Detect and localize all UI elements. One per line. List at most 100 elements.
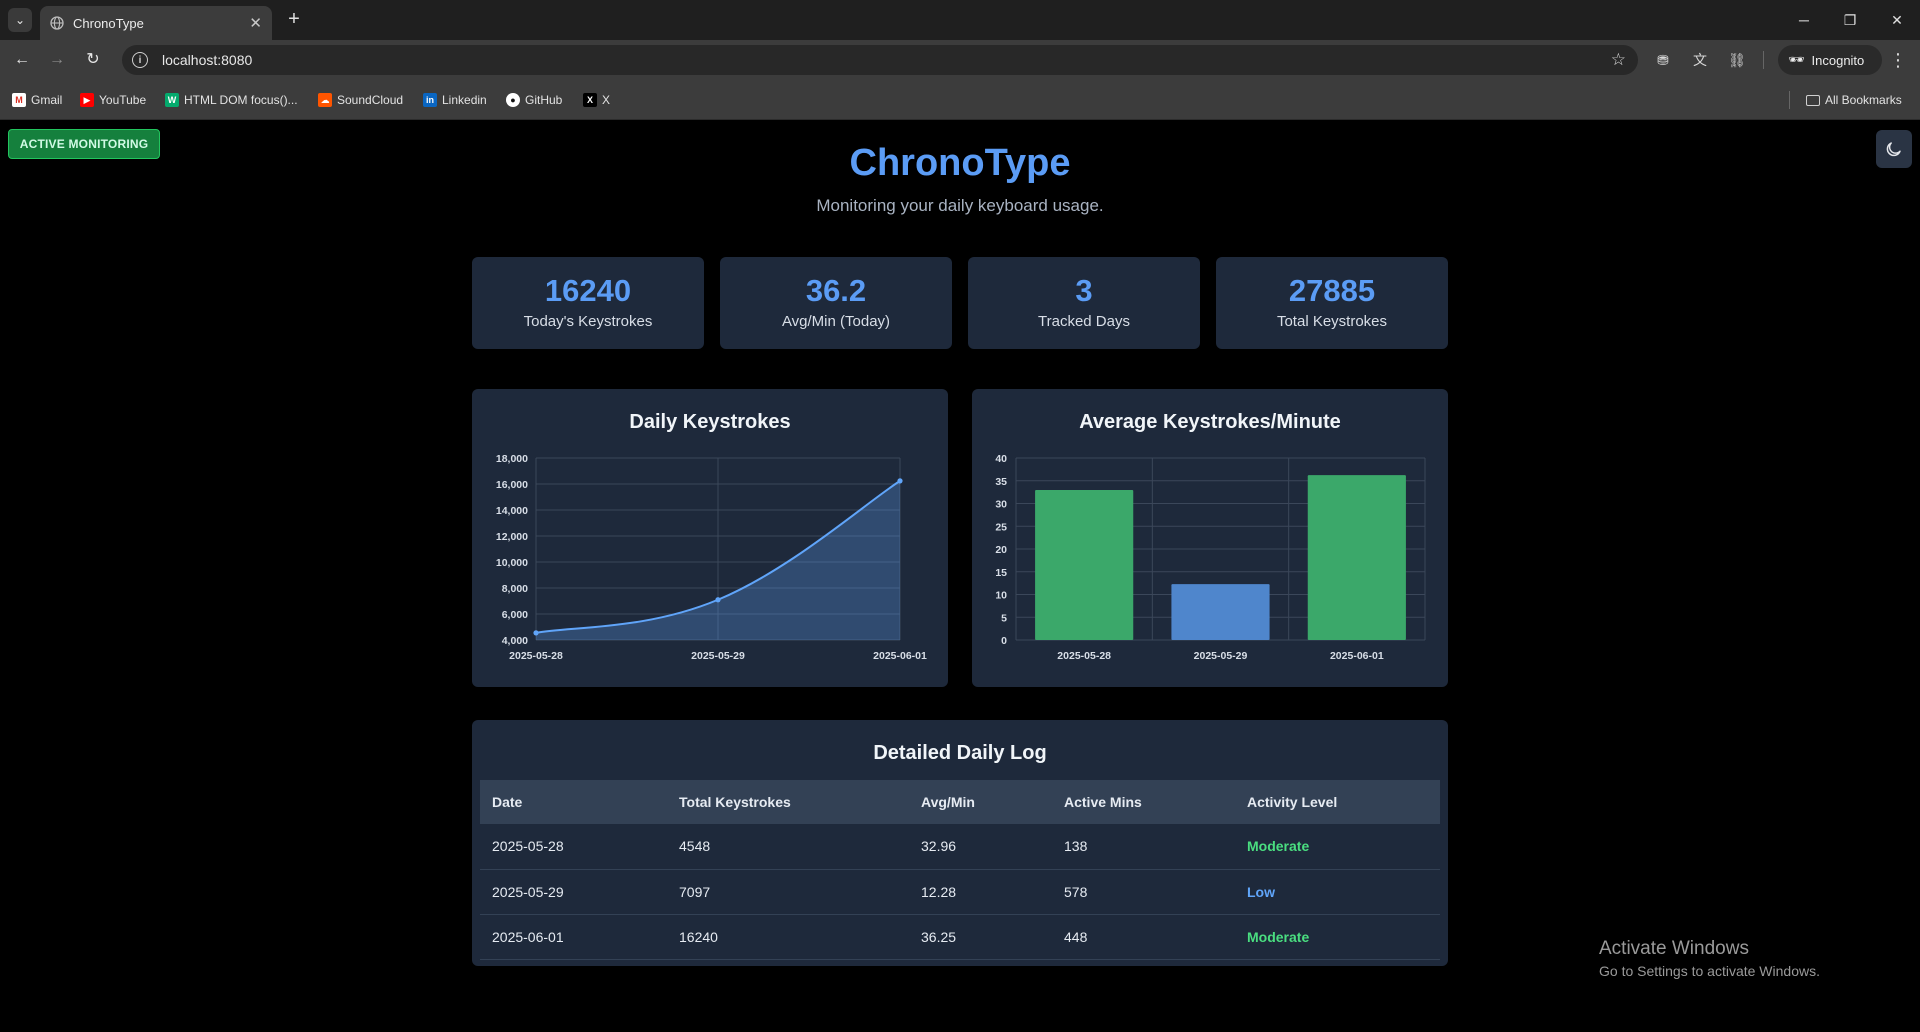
x-tick-label: 2025-05-29	[1194, 650, 1248, 662]
table-row: 2025-05-29 7097 12.28 578 Low	[480, 869, 1440, 915]
soundcloud-icon: ☁	[318, 93, 332, 107]
y-tick-label: 8,000	[502, 583, 528, 595]
github-icon: ●	[506, 93, 520, 107]
reload-icon[interactable]: ↻	[81, 48, 105, 72]
back-icon[interactable]: ←	[10, 48, 34, 72]
bookmark-youtube[interactable]: ▶ YouTube	[80, 91, 146, 109]
bookmark-label: GitHub	[525, 93, 563, 107]
cell-total: 4548	[667, 824, 909, 870]
stat-value: 27885	[1288, 273, 1376, 308]
all-bookmarks[interactable]: All Bookmarks	[1806, 91, 1902, 109]
data-point	[533, 630, 539, 636]
x-tick-label: 2025-05-29	[691, 650, 745, 662]
cell-avg: 36.25	[909, 914, 1052, 960]
address-bar[interactable]: i localhost:8080 ☆	[122, 45, 1638, 75]
column-header-total: Total Keystrokes	[667, 780, 909, 824]
cell-activity-level: Moderate	[1235, 914, 1440, 960]
tab-close-icon[interactable]: ✕	[249, 14, 262, 32]
incognito-extension-icon[interactable]: ⛃	[1653, 50, 1673, 70]
page-subtitle: Monitoring your daily keyboard usage.	[816, 196, 1104, 215]
x-tick-label: 2025-06-01	[873, 650, 927, 662]
link-icon[interactable]: ⛓	[1727, 50, 1747, 70]
page-title: ChronoType	[849, 142, 1071, 184]
bookmark-label: SoundCloud	[337, 93, 404, 107]
y-tick-label: 16,000	[496, 479, 528, 491]
cell-date: 2025-06-01	[480, 914, 667, 960]
stat-card-avg-min: 36.2 Avg/Min (Today)	[720, 257, 952, 349]
y-tick-label: 15	[995, 567, 1007, 579]
translate-icon[interactable]: 文	[1690, 50, 1710, 70]
bookmark-star-icon[interactable]: ☆	[1611, 50, 1626, 70]
y-tick-label: 5	[1001, 612, 1007, 624]
bookmark-linkedin[interactable]: in Linkedin	[423, 91, 487, 109]
gmail-icon: M	[12, 93, 26, 107]
folder-icon	[1806, 94, 1820, 106]
watermark-line-1: Activate Windows	[1599, 938, 1749, 959]
browser-menu-icon[interactable]: ⋮	[1888, 48, 1908, 72]
new-tab-icon[interactable]: +	[282, 8, 306, 32]
stat-value: 36.2	[805, 273, 867, 308]
stat-card-today-keystrokes: 16240 Today's Keystrokes	[472, 257, 704, 349]
url-text[interactable]: localhost:8080	[162, 52, 1611, 68]
y-tick-label: 35	[995, 476, 1007, 488]
stat-value: 3	[1075, 273, 1093, 308]
bookmarks-bar: M Gmail ▶ YouTube W HTML DOM focus()... …	[0, 80, 1920, 120]
close-window-icon[interactable]: ✕	[1884, 8, 1910, 32]
bookmark-gmail[interactable]: M Gmail	[12, 91, 62, 109]
y-tick-label: 20	[995, 544, 1007, 556]
y-tick-label: 30	[995, 499, 1007, 511]
x-tick-label: 2025-05-28	[1057, 650, 1111, 662]
minimize-icon[interactable]: ─	[1791, 8, 1817, 32]
restore-icon[interactable]: ❐	[1837, 8, 1863, 32]
incognito-label: Incognito	[1811, 52, 1865, 68]
forward-icon[interactable]: →	[45, 48, 69, 72]
column-header-mins: Active Mins	[1052, 780, 1235, 824]
site-info-icon[interactable]: i	[132, 52, 148, 68]
bookmark-html-dom-focus[interactable]: W HTML DOM focus()...	[165, 91, 298, 109]
bar	[1035, 490, 1134, 640]
cell-date: 2025-05-28	[480, 824, 667, 870]
watermark-line-2: Go to Settings to activate Windows.	[1599, 963, 1820, 979]
bar	[1307, 475, 1406, 640]
cell-total: 7097	[667, 869, 909, 915]
column-header-date: Date	[480, 780, 667, 824]
w3-icon: W	[165, 93, 179, 107]
cell-avg: 32.96	[909, 824, 1052, 870]
stat-card-total-keystrokes: 27885 Total Keystrokes	[1216, 257, 1448, 349]
tab-chronotype[interactable]: ChronoType ✕	[40, 6, 272, 40]
stat-label: Tracked Days	[1038, 313, 1130, 330]
cell-mins: 448	[1052, 914, 1235, 960]
cell-total: 16240	[667, 914, 909, 960]
linkedin-icon: in	[423, 93, 437, 107]
y-tick-label: 6,000	[502, 609, 528, 621]
cell-mins: 578	[1052, 869, 1235, 915]
bookmark-label: Gmail	[31, 93, 63, 107]
daily-log-table: Date Total Keystrokes Avg/Min Active Min…	[480, 780, 1440, 960]
all-bookmarks-label: All Bookmarks	[1825, 93, 1902, 107]
incognito-icon: 🕶	[1788, 52, 1805, 67]
stat-label: Today's Keystrokes	[523, 313, 653, 330]
bookmark-github[interactable]: ● GitHub	[506, 91, 562, 109]
daily-keystrokes-card: Daily Keystrokes 4,000 6,000 8,000 10,000 12…	[472, 389, 948, 687]
bookmark-soundcloud[interactable]: ☁ SoundCloud	[318, 91, 403, 109]
toolbar-divider	[1763, 51, 1764, 69]
avg-keystrokes-chart: 0 5 10 15 20 25 30 35 40 2025-05-28 2025-05-29 2025…	[995, 453, 1426, 662]
y-tick-label: 10,000	[496, 557, 528, 569]
bookmark-x[interactable]: X X	[583, 91, 610, 109]
x-tick-label: 2025-06-01	[1330, 650, 1384, 662]
data-point	[897, 478, 903, 484]
y-tick-label: 14,000	[496, 505, 528, 517]
bookmark-label: YouTube	[99, 93, 147, 107]
column-header-level: Activity Level	[1235, 780, 1440, 824]
cell-activity-level: Low	[1235, 869, 1440, 915]
incognito-indicator[interactable]: 🕶 Incognito	[1778, 45, 1882, 75]
table-row: 2025-06-01 16240 36.25 448 Moderate	[480, 914, 1440, 960]
stat-card-tracked-days: 3 Tracked Days	[968, 257, 1200, 349]
data-point	[715, 597, 721, 603]
y-tick-label: 18,000	[496, 453, 528, 465]
tab-title: ChronoType	[73, 15, 144, 31]
stat-value: 16240	[544, 273, 632, 308]
daily-log-card: Detailed Daily Log Date Total Keystrokes…	[472, 720, 1448, 966]
tab-search-chevron-icon[interactable]: ⌄	[8, 8, 32, 32]
y-tick-label: 10	[995, 590, 1007, 602]
